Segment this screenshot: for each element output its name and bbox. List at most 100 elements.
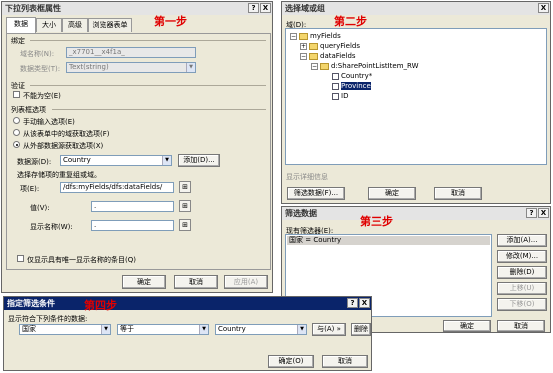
display-name-input[interactable]: . <box>91 220 174 231</box>
tree-node-country[interactable]: Country* <box>332 72 372 81</box>
apply-button[interactable]: 应用(A) <box>224 275 268 289</box>
tab-size[interactable]: 大小 <box>36 18 62 32</box>
unique-only-checkbox[interactable] <box>17 255 24 262</box>
not-empty-label: 不能为空(E) <box>23 92 61 100</box>
step3-annotation: 第三步 <box>360 215 393 228</box>
cancel-button[interactable]: 取消 <box>434 187 482 200</box>
move-down-button[interactable]: 下移(O) <box>497 298 547 311</box>
data-type-select[interactable]: Text(string) ▼ <box>66 62 196 73</box>
expand-icon[interactable]: + <box>300 42 307 50</box>
close-button[interactable]: X <box>359 298 370 308</box>
help-button[interactable]: ? <box>526 208 537 218</box>
form-source-label: 从该表单中的域获取选项(F) <box>23 130 110 138</box>
select-display-icon[interactable]: ⊞ <box>179 219 191 231</box>
validation-group-label: 验证 <box>11 82 25 90</box>
tab-advanced[interactable]: 高级 <box>62 18 88 32</box>
validation-divider <box>30 85 266 86</box>
list-options-group-label: 列表框选项 <box>11 106 46 114</box>
tree-node-myfields[interactable]: − myFields <box>290 32 341 41</box>
tree-node-sharepoint-list-item[interactable]: − d:SharePointListItem_RW <box>311 62 419 71</box>
datasource-label: 数据源(D): <box>17 158 52 166</box>
filter-data-title: 筛选数据 <box>285 209 317 218</box>
cancel-button[interactable]: 取消 <box>497 320 545 332</box>
specify-filter-dialog: 指定筛选条件 ? X 第四步 显示符合下列条件的数据: 国家 ▼ 等于 ▼ Coun… <box>3 296 372 371</box>
close-button[interactable]: X <box>260 3 271 13</box>
add-datasource-button[interactable]: 添加(D)... <box>178 154 220 167</box>
binding-group-label: 绑定 <box>11 37 25 45</box>
field-name-input[interactable]: _x7701__x4f1a_ <box>66 47 196 58</box>
select-xpath-icon[interactable]: ⊞ <box>179 181 191 193</box>
tree-node-queryfields[interactable]: + queryFields <box>300 42 360 51</box>
filter-operator-value: 等于 <box>120 325 134 333</box>
field-icon <box>332 72 339 80</box>
data-type-label: 数据类型(T): <box>20 65 61 73</box>
collapse-icon[interactable]: − <box>311 62 318 70</box>
not-empty-checkbox[interactable] <box>13 91 20 98</box>
show-details-label: 显示详细信息 <box>286 173 328 181</box>
tree-node-datafields[interactable]: − dataFields <box>300 52 356 61</box>
field-name-label: 域名称(N): <box>20 50 55 58</box>
ok-button[interactable]: 确定 <box>122 275 166 289</box>
entries-hint: 选择存储项的重复组或域。 <box>17 171 101 179</box>
external-source-radio[interactable] <box>13 141 20 148</box>
unique-only-label: 仅显示具有唯一显示名称的条目(Q) <box>27 256 136 264</box>
properties-titlebar: 下拉列表框属性 <box>2 2 272 15</box>
filter-data-button[interactable]: 筛选数据(F)... <box>287 187 345 200</box>
entries-label: 项(E): <box>20 185 40 193</box>
ok-button[interactable]: 确定 <box>443 320 491 332</box>
filter-operator-select[interactable]: 等于 ▼ <box>117 324 209 335</box>
chevron-down-icon: ▼ <box>186 63 195 72</box>
select-value-icon[interactable]: ⊞ <box>179 200 191 212</box>
form-source-radio[interactable] <box>13 129 20 136</box>
tab-data[interactable]: 数据 <box>6 17 36 33</box>
delete-condition-button[interactable]: 删除 <box>351 323 371 336</box>
cancel-button[interactable]: 取消 <box>174 275 218 289</box>
filter-value-value: Country <box>218 325 246 333</box>
close-button[interactable]: X <box>538 3 549 13</box>
chevron-down-icon: ▼ <box>297 325 306 334</box>
field-tree[interactable]: − myFields + queryFields − dataFields − d:Sh… <box>285 28 547 165</box>
filter-description: 显示符合下列条件的数据: <box>8 315 88 323</box>
datasource-select[interactable]: Country ▼ <box>60 155 172 166</box>
close-button[interactable]: X <box>538 208 549 218</box>
help-button[interactable]: ? <box>347 298 358 308</box>
manual-entry-radio[interactable] <box>13 117 20 124</box>
list-item[interactable]: 国家 = Country <box>287 236 490 245</box>
filter-data-title-buttons: ? X <box>526 208 549 218</box>
tab-strip: 数据 大小 高级 浏览器表单 <box>6 17 270 33</box>
modify-filter-button[interactable]: 修改(M)... <box>497 250 547 263</box>
properties-dialog: 下拉列表框属性 ? X 第一步 数据 大小 高级 浏览器表单 绑定 域名称(N)… <box>1 1 273 293</box>
display-name-label: 显示名称(W): <box>30 223 73 231</box>
folder-icon <box>299 32 308 40</box>
tree-node-province[interactable]: Province <box>332 82 371 91</box>
specify-filter-title: 指定筛选条件 <box>7 299 55 308</box>
chevron-down-icon: ▼ <box>162 156 171 165</box>
delete-filter-button[interactable]: 删除(D) <box>497 266 547 279</box>
value-input[interactable]: . <box>91 201 174 212</box>
move-up-button[interactable]: 上移(U) <box>497 282 547 295</box>
add-filter-button[interactable]: 添加(A)... <box>497 234 547 247</box>
list-options-divider <box>52 109 266 110</box>
select-field-title: 选择域或组 <box>285 4 325 13</box>
datasource-value: Country <box>63 156 91 164</box>
tab-browser-forms[interactable]: 浏览器表单 <box>88 18 132 32</box>
filter-value-select[interactable]: Country ▼ <box>215 324 307 335</box>
collapse-icon[interactable]: − <box>290 32 297 40</box>
field-icon <box>332 82 339 90</box>
entries-input[interactable]: /dfs:myFields/dfs:dataFields/ <box>60 182 174 193</box>
and-button[interactable]: 与(A) » <box>312 323 346 336</box>
cancel-button[interactable]: 取消 <box>322 355 368 368</box>
value-label: 值(V): <box>30 204 50 212</box>
step2-annotation: 第二步 <box>334 15 367 28</box>
collapse-icon[interactable]: − <box>300 52 307 60</box>
chevron-down-icon: ▼ <box>101 325 110 334</box>
ok-button[interactable]: 确定 <box>368 187 416 200</box>
tree-node-id[interactable]: ID <box>332 92 348 101</box>
help-button[interactable]: ? <box>248 3 259 13</box>
filter-field-select[interactable]: 国家 ▼ <box>19 324 111 335</box>
repeating-folder-icon <box>320 62 329 70</box>
filter-field-value: 国家 <box>22 325 36 333</box>
specify-filter-titlebar: 指定筛选条件 <box>4 297 371 310</box>
folder-icon <box>309 42 318 50</box>
ok-button[interactable]: 确定(O) <box>268 355 314 368</box>
